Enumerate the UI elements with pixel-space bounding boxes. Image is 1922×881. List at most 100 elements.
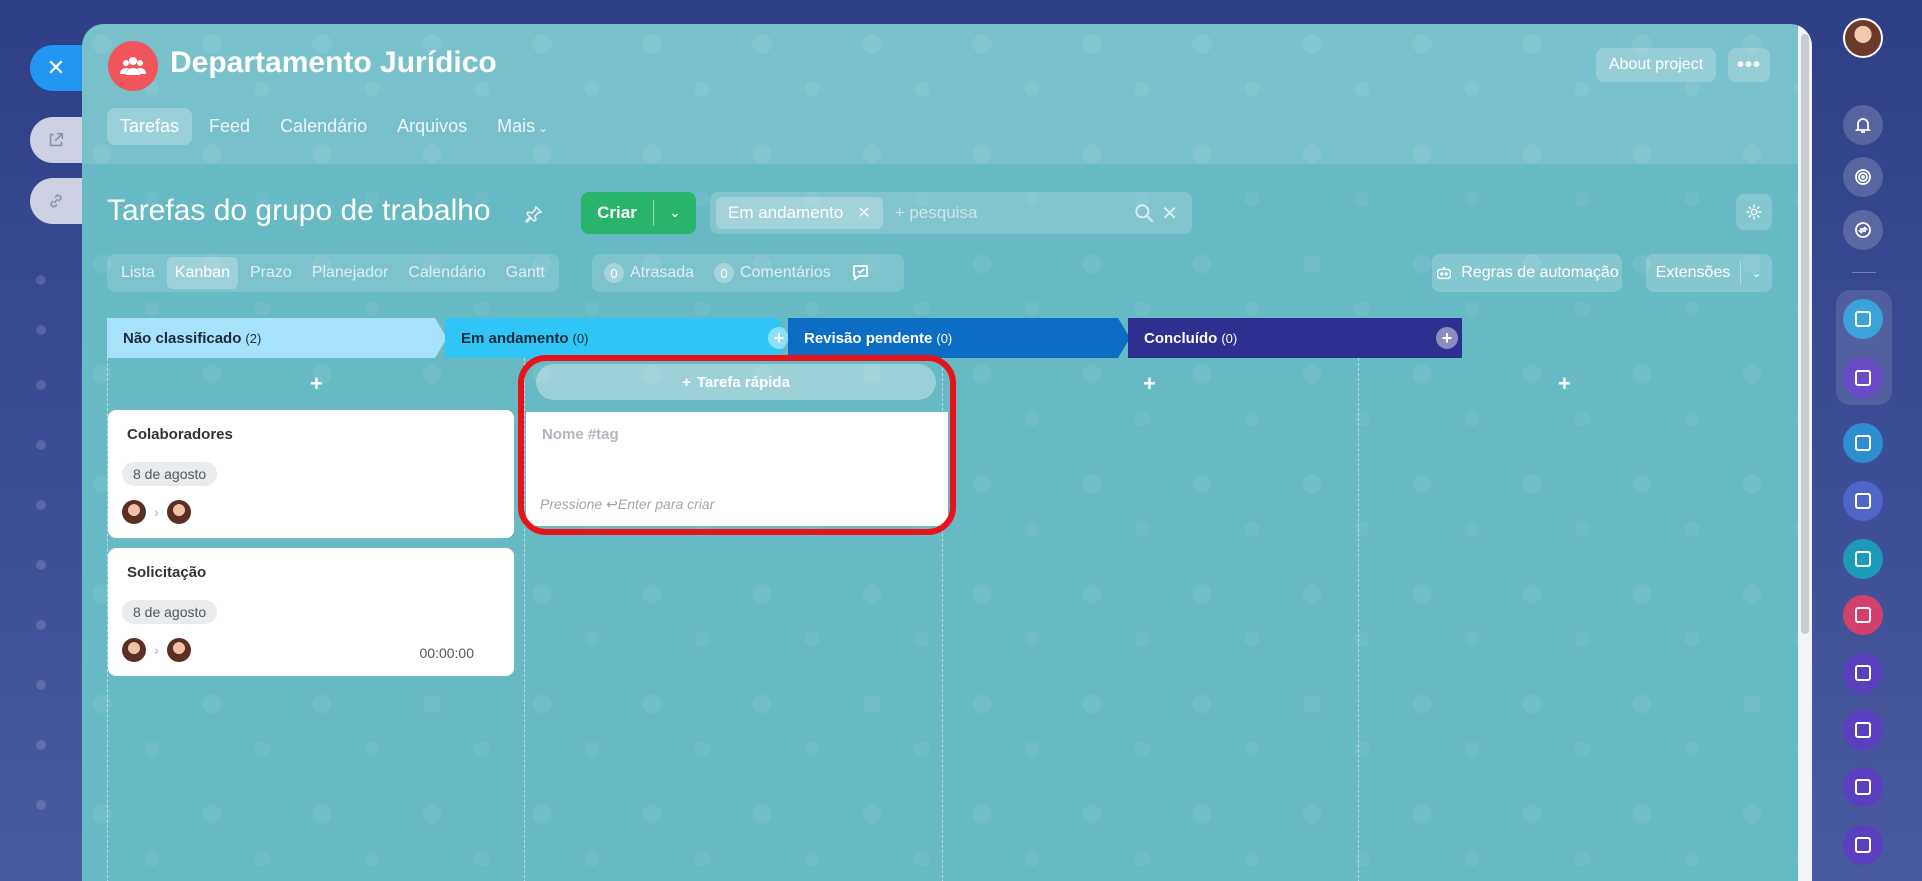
target-icon xyxy=(1855,169,1871,185)
nav-tab-calendario[interactable]: Calendário xyxy=(267,108,380,145)
contact-icon xyxy=(1855,665,1871,681)
sync-button[interactable] xyxy=(1843,210,1883,250)
view-tab-lista[interactable]: Lista xyxy=(113,257,163,289)
column-header-revisao-pendente[interactable]: Revisão pendente (0) xyxy=(788,318,1130,358)
gear-icon xyxy=(1746,204,1762,220)
deadline-badge[interactable]: 8 de agosto xyxy=(122,462,218,486)
nav-tab-mais[interactable]: Mais ⌄ xyxy=(484,108,561,145)
chevron-down-icon[interactable]: ⌄ xyxy=(654,205,696,221)
extensions-button[interactable]: Extensões ⌄ xyxy=(1646,254,1772,292)
scrollbar-thumb[interactable] xyxy=(1801,34,1809,634)
view-tab-planejador[interactable]: Planejador xyxy=(304,257,397,289)
recent-contact-1[interactable] xyxy=(1843,653,1883,693)
automation-rules-button[interactable]: Regras de automação xyxy=(1432,254,1622,292)
task-card[interactable]: Solicitação 8 de agosto › 00:00:00 xyxy=(108,548,514,676)
pinned-app-bookmark[interactable] xyxy=(1843,299,1883,339)
task-members: › xyxy=(122,500,191,524)
view-tab-gantt[interactable]: Gantt xyxy=(498,257,553,289)
open-in-new-window-button[interactable] xyxy=(30,117,82,163)
recent-task-2[interactable] xyxy=(1843,481,1883,521)
assignee-avatar[interactable] xyxy=(166,638,191,662)
group-users-icon xyxy=(120,57,146,75)
counter-overdue[interactable]: 0 Atrasada xyxy=(604,263,694,283)
column-count: (0) xyxy=(936,330,953,346)
column-count: (2) xyxy=(245,330,262,346)
bell-icon xyxy=(1854,118,1872,133)
deadline-badge[interactable]: 8 de agosto xyxy=(122,600,218,624)
nav-tab-feed[interactable]: Feed xyxy=(196,108,263,145)
create-task-button[interactable]: Criar ⌄ xyxy=(581,192,696,234)
assignee-avatar[interactable] xyxy=(166,500,191,524)
counter-label: Atrasada xyxy=(630,264,695,281)
read-all-comments-icon[interactable] xyxy=(851,262,873,284)
window-scrollbar[interactable] xyxy=(1798,24,1812,881)
view-tab-prazo[interactable]: Prazo xyxy=(242,257,300,289)
search-input[interactable]: + pesquisa xyxy=(895,203,1134,223)
task-card[interactable]: Colaboradores 8 de agosto › xyxy=(108,410,514,538)
close-slider-button[interactable]: ✕ xyxy=(30,45,82,91)
creator-avatar[interactable] xyxy=(122,638,146,662)
group-header: Departamento Jurídico About project ••• … xyxy=(82,24,1798,164)
chevron-right-icon: › xyxy=(154,504,159,520)
task-title[interactable]: Colaboradores xyxy=(127,426,233,443)
group-title[interactable]: Departamento Jurídico xyxy=(170,46,497,80)
remove-filter-icon[interactable]: ✕ xyxy=(857,203,870,223)
goals-button[interactable] xyxy=(1843,157,1883,197)
create-task-label: Criar xyxy=(597,203,637,222)
background-menu-item xyxy=(36,325,46,335)
add-task-icon[interactable]: + xyxy=(1558,371,1571,397)
about-project-button[interactable]: About project xyxy=(1596,48,1716,82)
nav-tab-mais-label: Mais xyxy=(497,116,536,136)
chevron-down-icon: ⌄ xyxy=(538,121,549,135)
creator-avatar[interactable] xyxy=(122,500,146,524)
task-icon xyxy=(1855,493,1871,509)
task-members: › xyxy=(122,638,191,662)
filter-chip[interactable]: Em andamento ✕ xyxy=(716,197,883,229)
search-icon[interactable] xyxy=(1133,202,1155,224)
view-tab-kanban[interactable]: Kanban xyxy=(166,257,238,289)
column-title: Concluído xyxy=(1144,329,1218,347)
background-menu-item xyxy=(36,275,46,285)
column-title: Não classificado xyxy=(123,329,242,347)
group-logo xyxy=(108,41,158,91)
filter-chip-label: Em andamento xyxy=(728,203,844,222)
task-icon xyxy=(1855,551,1871,567)
column-header-concluido[interactable]: Concluído (0) + xyxy=(1128,318,1462,358)
pinned-app-contact[interactable] xyxy=(1843,358,1883,398)
pin-icon[interactable] xyxy=(524,204,544,224)
background-menu-item xyxy=(36,800,46,810)
column-header-em-andamento[interactable]: Em andamento (0) + xyxy=(445,318,790,358)
notifications-button[interactable] xyxy=(1843,105,1883,145)
more-options-button[interactable]: ••• xyxy=(1728,48,1770,82)
task-title[interactable]: Solicitação xyxy=(127,564,206,581)
filter-search-box[interactable]: Em andamento ✕ + pesquisa ✕ xyxy=(710,192,1192,234)
recent-contact-3[interactable] xyxy=(1843,825,1883,865)
task-icon xyxy=(1855,607,1871,623)
add-column-icon[interactable]: + xyxy=(1436,327,1458,349)
nav-tab-tarefas[interactable]: Tarefas xyxy=(107,108,193,145)
view-tab-calendario[interactable]: Calendário xyxy=(400,257,493,289)
counter-comments[interactable]: 0 Comentários xyxy=(714,263,831,283)
recent-task-1[interactable] xyxy=(1843,423,1883,463)
bookmark-icon xyxy=(1855,311,1871,327)
recent-task-3[interactable] xyxy=(1843,539,1883,579)
recent-app[interactable] xyxy=(1843,767,1883,807)
counter-badge: 0 xyxy=(604,263,624,283)
recent-task-4[interactable] xyxy=(1843,595,1883,635)
copy-link-button[interactable] xyxy=(30,178,82,224)
add-column-icon[interactable]: + xyxy=(768,327,790,349)
clear-search-icon[interactable]: ✕ xyxy=(1161,201,1178,226)
add-task-icon[interactable]: + xyxy=(310,371,323,397)
recent-contact-2[interactable] xyxy=(1843,710,1883,750)
user-avatar[interactable] xyxy=(1843,18,1883,58)
column-title: Em andamento xyxy=(461,329,569,347)
kanban-settings-button[interactable] xyxy=(1736,194,1772,230)
counter-label: Comentários xyxy=(740,264,831,281)
contact-icon xyxy=(1855,837,1871,853)
add-task-icon[interactable]: + xyxy=(1143,371,1156,397)
column-header-nao-classificado[interactable]: Não classificado (2) xyxy=(107,318,447,358)
chevron-down-icon[interactable]: ⌄ xyxy=(1741,266,1772,280)
time-tracker[interactable]: 00:00:00 xyxy=(420,645,475,661)
background-menu-item xyxy=(36,560,46,570)
nav-tab-arquivos[interactable]: Arquivos xyxy=(384,108,480,145)
